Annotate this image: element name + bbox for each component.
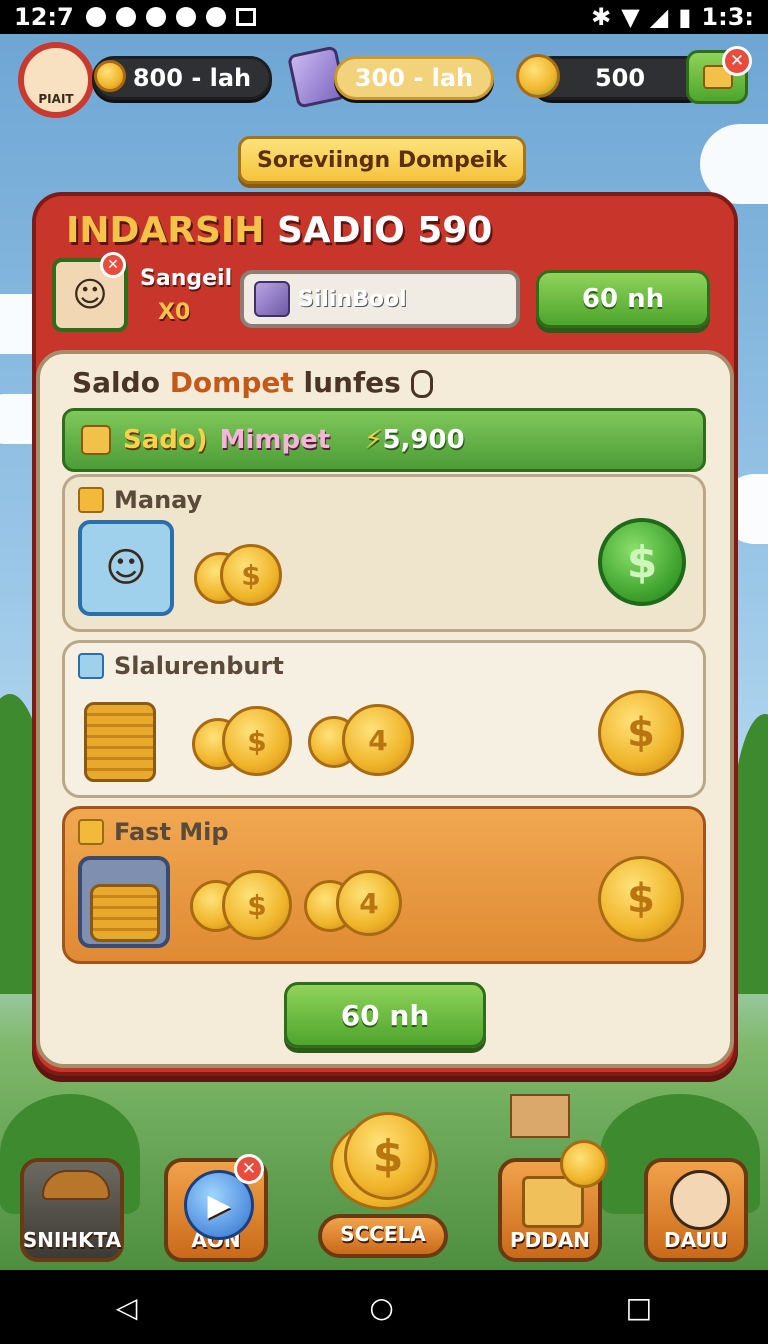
card-title: Manay xyxy=(78,486,202,514)
section-title-a: Saldo xyxy=(72,366,160,399)
coin-glyph: 4 xyxy=(359,886,379,920)
signal-icon: ◢ xyxy=(649,3,669,31)
back-button[interactable]: ◁ xyxy=(116,1291,138,1324)
wallet-input-value: SilinBool xyxy=(298,286,407,312)
section-title: Saldo Dompet lunfes xyxy=(72,366,433,399)
coin-icon xyxy=(94,60,126,92)
app-icon xyxy=(175,7,196,27)
coin-counter-left-value: 800 - lah xyxy=(132,64,252,92)
notification-icon xyxy=(85,7,106,27)
coin-glyph: $ xyxy=(626,536,658,588)
chest-icon xyxy=(81,425,111,455)
coin-glyph: $ xyxy=(247,888,267,922)
bolt-icon: ⚡ xyxy=(364,425,383,455)
coin-glyph: $ xyxy=(627,876,655,922)
dollar-button[interactable]: $ xyxy=(598,856,684,942)
balance-label-b: Mimpet xyxy=(219,425,331,455)
vibrate-icon: ✱ xyxy=(591,3,612,31)
close-icon[interactable]: ✕ xyxy=(100,252,126,278)
coin-icon: 4 xyxy=(336,870,402,936)
card-title: Slalurenburt xyxy=(78,652,284,680)
settings-icon xyxy=(205,7,226,27)
home-button[interactable]: ○ xyxy=(369,1291,393,1324)
multiplier: X0 xyxy=(158,300,191,325)
section-title-b: Dompet xyxy=(169,366,294,399)
balance-label-a: Sado) xyxy=(123,425,208,455)
close-icon[interactable]: ✕ xyxy=(234,1154,264,1184)
book-counter-value: 300 - lah xyxy=(354,64,474,92)
nav-label: PDDAN xyxy=(509,1228,591,1252)
wallet-input[interactable]: SilinBool xyxy=(240,270,520,328)
card-title: Fast Mip xyxy=(78,818,229,846)
panel-title-white: SADIO 590 xyxy=(277,210,493,251)
coin-glyph: $ xyxy=(627,710,655,756)
clover-coin-icon xyxy=(516,54,560,98)
coin-glyph: $ xyxy=(241,558,261,592)
coin-icon xyxy=(560,1140,608,1188)
box-icon xyxy=(78,487,104,513)
card-title-text: Manay xyxy=(114,486,203,514)
game-icon xyxy=(145,7,166,27)
coin-glyph: $ xyxy=(372,1130,404,1182)
power-icon xyxy=(115,7,136,27)
hut xyxy=(510,1094,570,1138)
title-banner: Soreviingn Dompeik xyxy=(238,136,526,184)
balance-value-text: 5,900 xyxy=(382,425,465,455)
character-face-icon xyxy=(670,1170,730,1230)
wifi-icon: ▼ xyxy=(621,3,640,31)
player-badge: PIAIT xyxy=(38,92,74,106)
balance-bar: Sado) Mimpet ⚡5,900 xyxy=(62,408,706,472)
recents-button[interactable]: □ xyxy=(626,1291,652,1324)
status-clock: 1:3: xyxy=(701,3,754,31)
screenshot-icon xyxy=(235,8,256,26)
battery-icon: ▮ xyxy=(678,3,692,31)
box-icon xyxy=(78,819,104,845)
dollar-button[interactable]: $ xyxy=(598,690,684,776)
android-nav-bar: ◁ ○ □ xyxy=(0,1270,768,1344)
coin-glyph: $ xyxy=(247,724,267,758)
status-bar: 12:7 ✱ ▼ ◢ ▮ 1:3: xyxy=(0,0,768,34)
character-portrait: ☺ xyxy=(78,520,174,616)
coin-stack-icon xyxy=(84,702,156,782)
box-icon xyxy=(78,653,104,679)
nav-dauu[interactable]: DAUU xyxy=(644,1158,748,1262)
balance-value: ⚡5,900 xyxy=(364,425,465,455)
confirm-button[interactable]: 60 nh xyxy=(284,982,486,1048)
close-icon[interactable]: ✕ xyxy=(722,46,752,76)
nav-label: DAUU xyxy=(664,1228,728,1252)
book-icon xyxy=(254,281,290,317)
nav-label: SNIHKTA xyxy=(22,1228,122,1252)
coin-chest-portrait xyxy=(78,856,170,948)
nav-snihkta[interactable]: SNIHKTA xyxy=(20,1158,124,1262)
coin-stack-icon xyxy=(90,884,160,942)
panel-title: INDARSIH SADIO 590 xyxy=(66,210,492,251)
nav-label: SCCELA xyxy=(340,1222,426,1246)
player-avatar[interactable]: PIAIT xyxy=(18,42,94,118)
player-name: Sangeil xyxy=(140,266,233,291)
cash-counter-value: 500 xyxy=(594,64,646,92)
card-title-text: Fast Mip xyxy=(114,818,229,846)
lock-icon xyxy=(410,370,433,398)
coin-icon: $ xyxy=(222,870,292,940)
coin-glyph: 4 xyxy=(368,723,388,757)
hat-icon xyxy=(42,1170,110,1200)
card-title-text: Slalurenburt xyxy=(114,652,284,680)
status-time: 12:7 xyxy=(14,3,74,31)
big-coin-icon: $ xyxy=(344,1112,432,1200)
coin-icon: $ xyxy=(220,544,282,606)
panel-title-gold: INDARSIH xyxy=(66,210,265,251)
section-title-c: lunfes xyxy=(303,366,401,399)
book-counter[interactable]: 300 - lah xyxy=(334,56,494,100)
action-button[interactable]: 60 nh xyxy=(536,270,710,328)
dollar-button[interactable]: $ xyxy=(598,518,686,606)
coin-icon: $ xyxy=(222,706,292,776)
coin-icon: 4 xyxy=(342,704,414,776)
nav-sccela[interactable]: SCCELA xyxy=(318,1214,448,1258)
